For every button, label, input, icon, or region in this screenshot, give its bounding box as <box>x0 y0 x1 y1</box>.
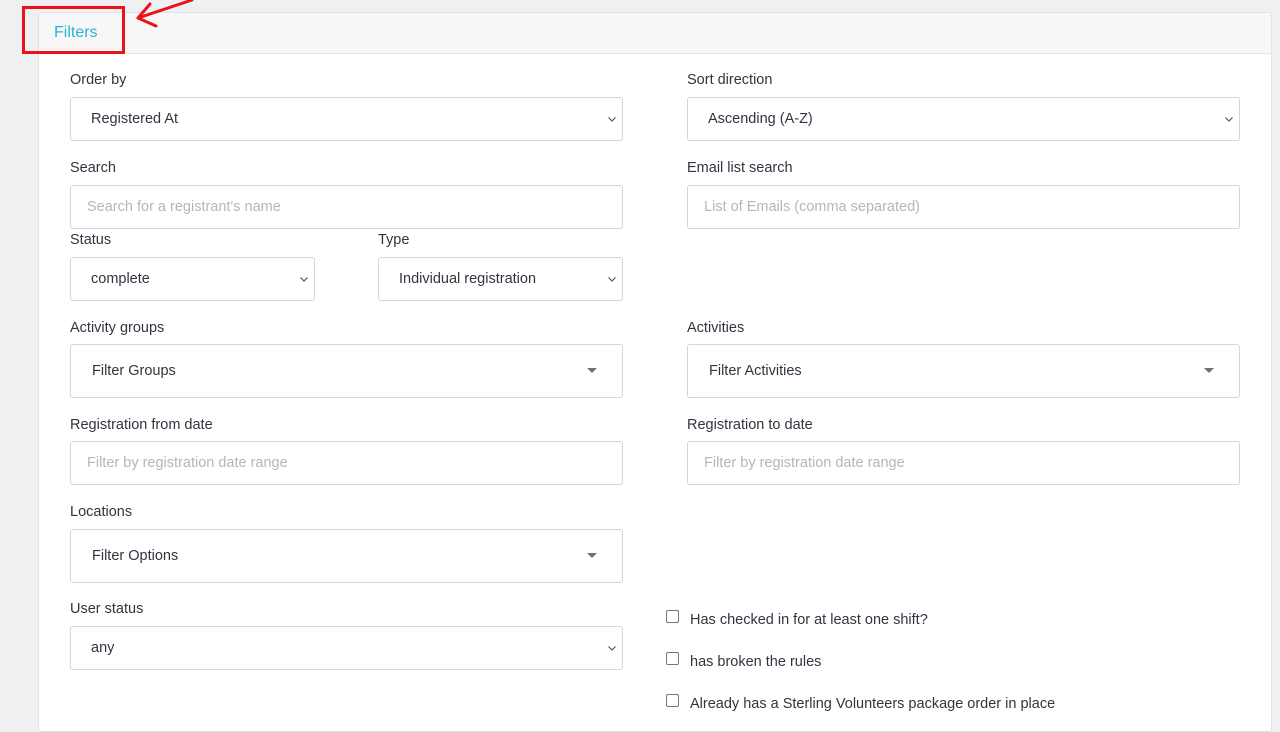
annotation-highlight-box <box>22 6 125 54</box>
user-status-value: any <box>91 640 115 656</box>
type-select[interactable]: Individual registration <box>378 257 623 301</box>
sort-direction-label: Sort direction <box>687 72 773 88</box>
registration-from-date-label: Registration from date <box>70 417 213 433</box>
caret-down-icon <box>587 368 597 373</box>
activities-value: Filter Activities <box>709 363 802 379</box>
activity-groups-multiselect[interactable]: Filter Groups <box>70 344 623 398</box>
locations-value: Filter Options <box>92 548 179 564</box>
registration-to-date-label: Registration to date <box>687 417 813 433</box>
status-value: complete <box>91 271 150 287</box>
locations-label: Locations <box>70 504 133 520</box>
activity-groups-label: Activity groups <box>70 320 165 336</box>
caret-down-icon <box>1204 368 1214 373</box>
email-list-search-placeholder: List of Emails (comma separated) <box>704 199 920 215</box>
chevron-down-icon <box>608 646 616 651</box>
sort-direction-value: Ascending (A-Z) <box>708 111 813 127</box>
search-input[interactable]: Search for a registrant's name <box>70 185 623 229</box>
status-select[interactable]: complete <box>70 257 315 301</box>
order-by-label: Order by <box>70 72 127 88</box>
chevron-down-icon <box>608 277 616 282</box>
status-label: Status <box>70 232 112 248</box>
sterling-package-checkbox-label[interactable]: Already has a Sterling Volunteers packag… <box>690 696 1055 712</box>
email-list-search-label: Email list search <box>687 160 793 176</box>
order-by-value: Registered At <box>91 111 179 127</box>
chevron-down-icon <box>300 277 308 282</box>
registration-to-date-placeholder: Filter by registration date range <box>704 455 905 471</box>
type-label: Type <box>378 232 410 248</box>
activities-multiselect[interactable]: Filter Activities <box>687 344 1240 398</box>
sort-direction-select[interactable]: Ascending (A-Z) <box>687 97 1240 141</box>
broken-rules-checkbox-label[interactable]: has broken the rules <box>690 654 821 670</box>
chevron-down-icon <box>1225 117 1233 122</box>
annotation-arrow-icon <box>136 0 194 28</box>
panel-header: Filters <box>39 13 1271 54</box>
search-label: Search <box>70 160 116 176</box>
caret-down-icon <box>587 553 597 558</box>
user-status-label: User status <box>70 601 144 617</box>
type-value: Individual registration <box>399 271 537 287</box>
activity-groups-value: Filter Groups <box>92 363 176 379</box>
registration-from-date-input[interactable]: Filter by registration date range <box>70 441 623 485</box>
checked-in-checkbox[interactable] <box>666 610 679 623</box>
registration-to-date-input[interactable]: Filter by registration date range <box>687 441 1240 485</box>
chevron-down-icon <box>608 117 616 122</box>
checked-in-checkbox-label[interactable]: Has checked in for at least one shift? <box>690 612 928 628</box>
broken-rules-checkbox[interactable] <box>666 652 679 665</box>
order-by-select[interactable]: Registered At <box>70 97 623 141</box>
user-status-select[interactable]: any <box>70 626 623 670</box>
search-placeholder: Search for a registrant's name <box>87 199 281 215</box>
sterling-package-checkbox[interactable] <box>666 694 679 707</box>
registration-from-date-placeholder: Filter by registration date range <box>87 455 288 471</box>
email-list-search-input[interactable]: List of Emails (comma separated) <box>687 185 1240 229</box>
locations-multiselect[interactable]: Filter Options <box>70 529 623 583</box>
activities-label: Activities <box>687 320 745 336</box>
